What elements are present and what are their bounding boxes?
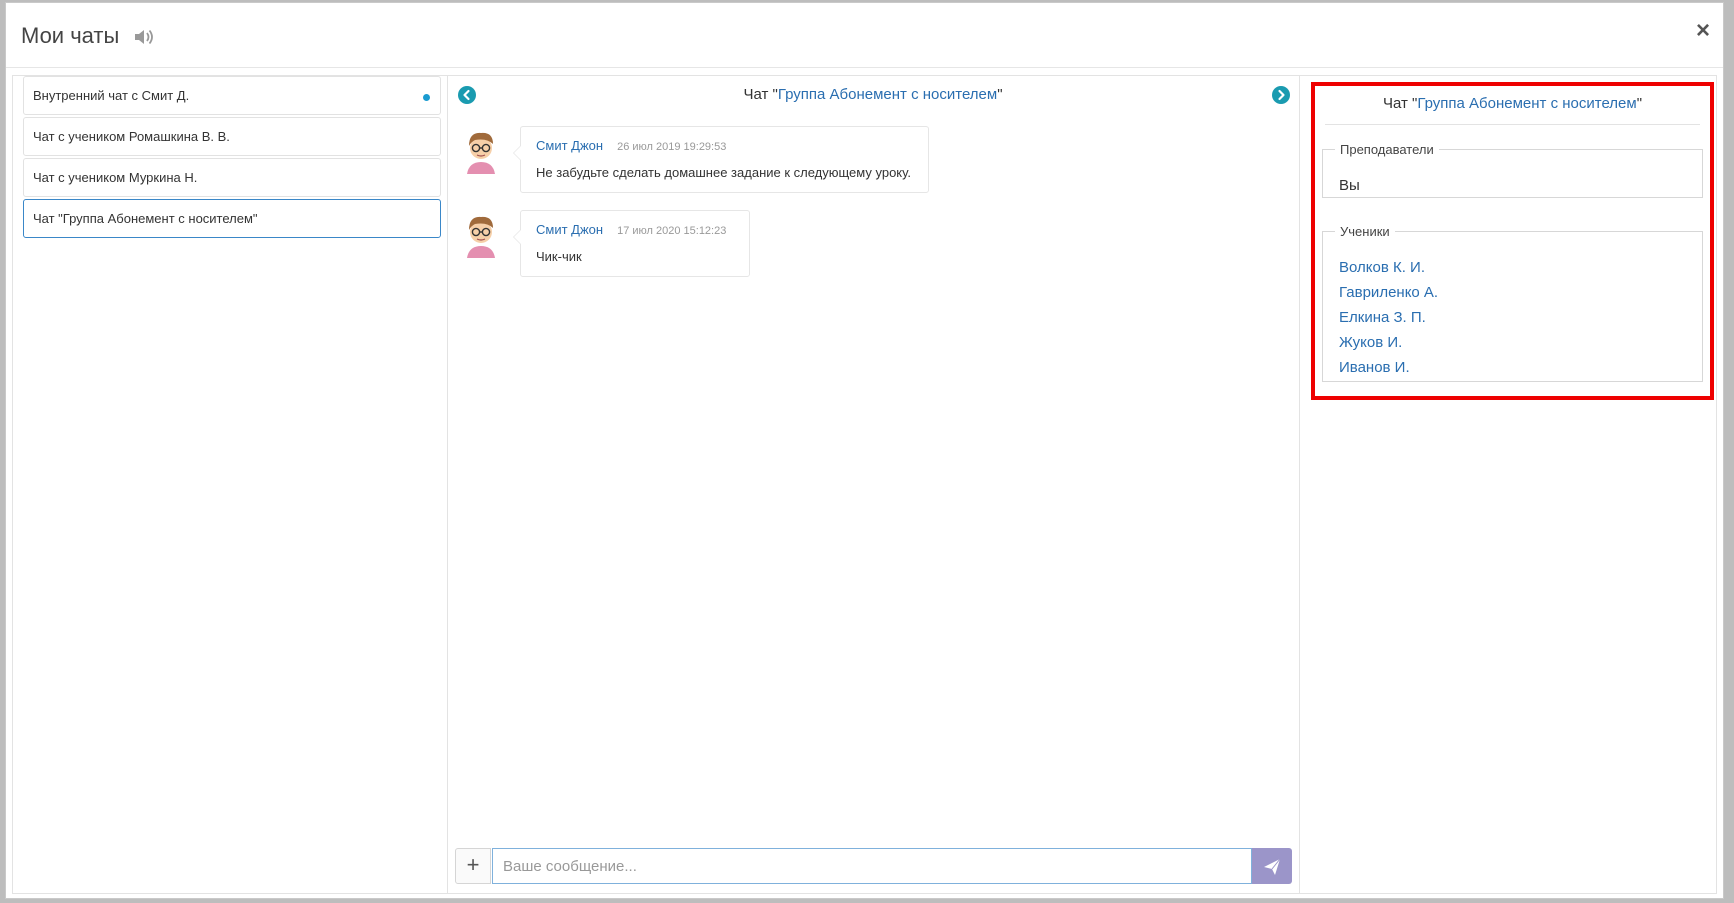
avatar xyxy=(467,216,495,258)
chat-info-panel: Чат "Группа Абонемент с носителем" Препо… xyxy=(1300,76,1716,893)
student-link[interactable]: Иванов И. xyxy=(1339,359,1410,376)
sound-icon[interactable] xyxy=(133,27,155,47)
teacher-item: Вы xyxy=(1339,177,1360,194)
send-button[interactable] xyxy=(1252,848,1292,884)
avatar xyxy=(467,132,495,174)
message-bubble: Смит Джон 17 июл 2020 15:12:23 Чик-чик xyxy=(513,210,750,277)
unread-indicator xyxy=(423,94,430,101)
message-composer: + xyxy=(455,848,1292,884)
conversation-title-suffix: " xyxy=(997,86,1003,103)
student-link[interactable]: Волков К. И. xyxy=(1339,259,1425,276)
message-author[interactable]: Смит Джон xyxy=(536,222,603,237)
chat-list: Внутренний чат с Смит Д. Чат с учеником … xyxy=(13,76,448,893)
chat-info-highlight: Чат "Группа Абонемент с носителем" Препо… xyxy=(1311,82,1714,400)
message-author[interactable]: Смит Джон xyxy=(536,138,603,153)
chat-info-title-prefix: Чат " xyxy=(1382,95,1418,112)
close-icon[interactable]: × xyxy=(1696,19,1710,43)
chat-list-item-label: Чат с учеником Муркина Н. xyxy=(33,170,198,185)
message-time: 26 июл 2019 19:29:53 xyxy=(617,141,727,153)
message-input[interactable] xyxy=(492,848,1252,884)
conversation-title-link[interactable]: Группа Абонемент с носителем xyxy=(778,86,997,103)
modal-title: Мои чаты xyxy=(21,23,120,48)
chat-info-title-suffix: " xyxy=(1636,95,1643,112)
send-icon xyxy=(1264,858,1281,875)
chat-list-item[interactable]: Чат с учеником Муркина Н. xyxy=(23,158,441,197)
plus-icon[interactable]: + xyxy=(455,848,491,884)
chat-list-item-label: Чат с учеником Ромашкина В. В. xyxy=(33,129,230,144)
teachers-group: Преподаватели Вы xyxy=(1322,142,1703,198)
conversation-panel: Чат "Группа Абонемент с носителем" Смит xyxy=(447,76,1300,893)
chat-list-item[interactable]: Внутренний чат с Смит Д. xyxy=(23,76,441,115)
student-link[interactable]: Гавриленко А. xyxy=(1339,284,1438,301)
chats-body: Внутренний чат с Смит Д. Чат с учеником … xyxy=(12,75,1717,894)
teachers-legend: Преподаватели xyxy=(1340,142,1434,157)
chat-list-item-label: Внутренний чат с Смит Д. xyxy=(33,88,190,103)
chat-list-item[interactable]: Чат с учеником Ромашкина В. В. xyxy=(23,117,441,156)
chats-modal: Мои чаты × Внутренний чат с Смит Д. Чат … xyxy=(5,2,1724,899)
student-link[interactable]: Елкина З. П. xyxy=(1339,309,1426,326)
chat-list-item-label: Чат "Группа Абонемент с носителем" xyxy=(33,211,258,226)
chat-info-title: Чат "Группа Абонемент с носителем" xyxy=(1325,92,1700,125)
message-text: Чик-чик xyxy=(536,249,582,264)
modal-header: Мои чаты × xyxy=(6,3,1723,68)
conversation-title-prefix: Чат " xyxy=(743,86,778,103)
message-text: Не забудьте сделать домашнее задание к с… xyxy=(536,165,911,180)
chat-info-title-link[interactable]: Группа Абонемент с носителем xyxy=(1417,95,1636,112)
chevron-right-icon[interactable] xyxy=(1272,86,1290,104)
students-group: Ученики Волков К. И. Гавриленко А. Елкин… xyxy=(1322,224,1703,382)
conversation-title: Чат "Группа Абонемент с носителем" xyxy=(447,86,1299,110)
student-link[interactable]: Жуков И. xyxy=(1339,334,1402,351)
message-bubble: Смит Джон 26 июл 2019 19:29:53 Не забудьт… xyxy=(513,126,929,193)
students-legend: Ученики xyxy=(1340,224,1390,239)
chat-list-item-active[interactable]: Чат "Группа Абонемент с носителем" xyxy=(23,199,441,238)
message-time: 17 июл 2020 15:12:23 xyxy=(617,225,727,237)
